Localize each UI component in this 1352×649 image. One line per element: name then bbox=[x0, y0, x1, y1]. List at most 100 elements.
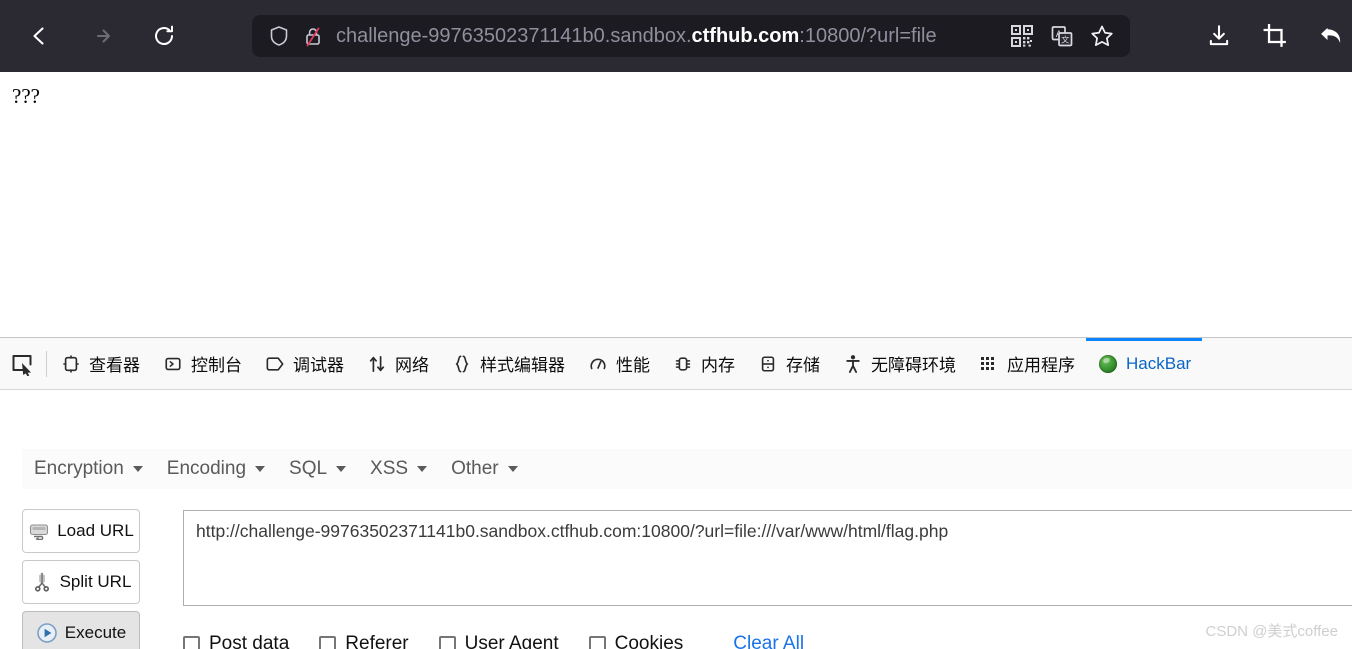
tab-accessibility[interactable]: 无障碍环境 bbox=[831, 338, 967, 390]
tab-debugger[interactable]: 调试器 bbox=[253, 338, 355, 390]
menu-label: Encryption bbox=[34, 458, 124, 479]
checkbox[interactable] bbox=[438, 635, 456, 649]
scissors-icon bbox=[31, 571, 53, 593]
play-icon bbox=[36, 622, 58, 644]
qr-code-icon[interactable] bbox=[1008, 22, 1036, 50]
menu-other[interactable]: Other bbox=[439, 454, 530, 484]
chevron-down-icon bbox=[132, 466, 143, 472]
menu-label: SQL bbox=[289, 458, 328, 479]
tab-label: 网络 bbox=[395, 356, 429, 375]
lock-broken-icon[interactable] bbox=[300, 24, 326, 48]
tab-label: 应用程序 bbox=[1007, 356, 1075, 375]
option-label: Referer bbox=[345, 633, 409, 649]
option-user-agent[interactable]: User Agent bbox=[438, 633, 559, 649]
url-textarea[interactable]: http://challenge-99763502371141b0.sandbo… bbox=[183, 510, 1352, 606]
tab-label: 无障碍环境 bbox=[871, 356, 956, 375]
star-icon[interactable] bbox=[1088, 22, 1116, 50]
menu-encoding[interactable]: Encoding bbox=[155, 454, 277, 484]
hackbar-panel: Encryption Encoding SQL XSS Other Load U… bbox=[0, 390, 1352, 649]
button-label: Load URL bbox=[57, 521, 134, 540]
tab-network[interactable]: 网络 bbox=[355, 338, 440, 390]
checkbox[interactable] bbox=[319, 635, 337, 649]
url-suffix: :10800/?url=file bbox=[799, 25, 937, 47]
undo-arrow-icon[interactable] bbox=[1316, 21, 1346, 51]
download-icon[interactable] bbox=[1204, 21, 1234, 51]
button-label: Split URL bbox=[59, 572, 132, 591]
tab-memory[interactable]: 内存 bbox=[661, 338, 746, 390]
menu-encryption[interactable]: Encryption bbox=[22, 454, 155, 484]
hackbar-icon bbox=[1097, 354, 1119, 373]
page-viewport: ??? bbox=[0, 72, 1352, 337]
shield-icon[interactable] bbox=[266, 24, 292, 48]
execute-button[interactable]: Execute bbox=[22, 611, 140, 649]
hackbar-options-row: Post data Referer User Agent Cookies Cle… bbox=[183, 633, 804, 649]
back-arrow-icon bbox=[27, 23, 53, 49]
option-post-data[interactable]: Post data bbox=[183, 633, 289, 649]
menu-sql[interactable]: SQL bbox=[277, 454, 358, 484]
tab-console[interactable]: 控制台 bbox=[151, 338, 253, 390]
option-referer[interactable]: Referer bbox=[319, 633, 409, 649]
style-editor-icon bbox=[451, 354, 473, 374]
tab-label: 调试器 bbox=[293, 356, 344, 375]
hackbar-button-column: Load URL Split URL Execute bbox=[22, 509, 142, 649]
forward-arrow-icon bbox=[89, 23, 115, 49]
clear-all-link[interactable]: Clear All bbox=[733, 633, 804, 649]
load-url-button[interactable]: Load URL bbox=[22, 509, 140, 553]
tab-hackbar[interactable]: HackBar bbox=[1086, 337, 1203, 390]
address-bar[interactable]: challenge-99763502371141b0.sandbox.ctfhu… bbox=[252, 15, 1130, 57]
button-label: Execute bbox=[64, 623, 127, 642]
checkbox[interactable] bbox=[588, 635, 606, 649]
inspector-icon bbox=[60, 354, 82, 373]
forward-button[interactable] bbox=[82, 16, 122, 56]
performance-icon bbox=[587, 355, 609, 373]
svg-text:文: 文 bbox=[1061, 35, 1069, 45]
tab-performance[interactable]: 性能 bbox=[576, 338, 661, 390]
menu-xss[interactable]: XSS bbox=[358, 454, 439, 484]
translate-icon[interactable]: A 文 bbox=[1048, 22, 1076, 50]
url-domain: ctfhub.com bbox=[691, 25, 800, 47]
chevron-down-icon bbox=[336, 466, 347, 472]
page-body-text: ??? bbox=[12, 84, 40, 108]
tab-label: 存储 bbox=[786, 356, 820, 375]
option-label: Cookies bbox=[614, 633, 684, 649]
browser-window: challenge-99763502371141b0.sandbox.ctfhu… bbox=[0, 0, 1352, 649]
tab-application[interactable]: 应用程序 bbox=[967, 338, 1086, 390]
checkbox[interactable] bbox=[183, 635, 200, 649]
back-button[interactable] bbox=[20, 16, 60, 56]
disk-icon bbox=[28, 520, 50, 542]
element-picker-icon[interactable] bbox=[0, 338, 44, 389]
browser-toolbar: challenge-99763502371141b0.sandbox.ctfhu… bbox=[0, 0, 1352, 72]
application-icon bbox=[978, 355, 1000, 373]
tab-style-editor[interactable]: 样式编辑器 bbox=[440, 338, 576, 390]
chevron-down-icon bbox=[255, 466, 266, 472]
address-bar-actions: A 文 bbox=[1004, 22, 1130, 50]
url-text-container[interactable]: challenge-99763502371141b0.sandbox.ctfhu… bbox=[336, 15, 1004, 57]
tab-label: 查看器 bbox=[89, 356, 140, 375]
watermark: CSDN @美式coffee bbox=[1205, 623, 1339, 640]
tab-label: HackBar bbox=[1126, 353, 1192, 373]
split-url-button[interactable]: Split URL bbox=[22, 560, 140, 604]
url-text: challenge-99763502371141b0.sandbox.ctfhu… bbox=[336, 15, 937, 57]
tab-inspector[interactable]: 查看器 bbox=[49, 338, 151, 390]
tab-label: 控制台 bbox=[191, 356, 242, 375]
debugger-icon bbox=[264, 355, 286, 373]
accessibility-icon bbox=[842, 354, 864, 374]
url-fade-overlay bbox=[958, 15, 1004, 57]
browser-right-toolbar bbox=[1204, 15, 1352, 57]
tab-storage[interactable]: 存储 bbox=[746, 338, 831, 390]
toolbar-divider bbox=[46, 350, 47, 377]
reload-icon bbox=[151, 23, 177, 49]
option-label: User Agent bbox=[464, 633, 559, 649]
tab-label: 内存 bbox=[701, 356, 735, 375]
reload-button[interactable] bbox=[144, 16, 184, 56]
option-cookies[interactable]: Cookies bbox=[588, 633, 684, 649]
url-prefix: challenge-99763502371141b0.sandbox. bbox=[336, 25, 692, 47]
devtools-tabbar: 查看器 控制台 调试器 网络 样式编辑器 性能 内存 存储 无障碍环境 应用程序… bbox=[0, 337, 1352, 390]
hackbar-menubar: Encryption Encoding SQL XSS Other bbox=[22, 449, 1352, 489]
crop-icon[interactable] bbox=[1260, 21, 1290, 51]
chevron-down-icon bbox=[417, 466, 428, 472]
network-icon bbox=[366, 354, 388, 374]
memory-icon bbox=[672, 355, 694, 373]
storage-icon bbox=[757, 355, 779, 373]
menu-label: XSS bbox=[370, 458, 409, 479]
